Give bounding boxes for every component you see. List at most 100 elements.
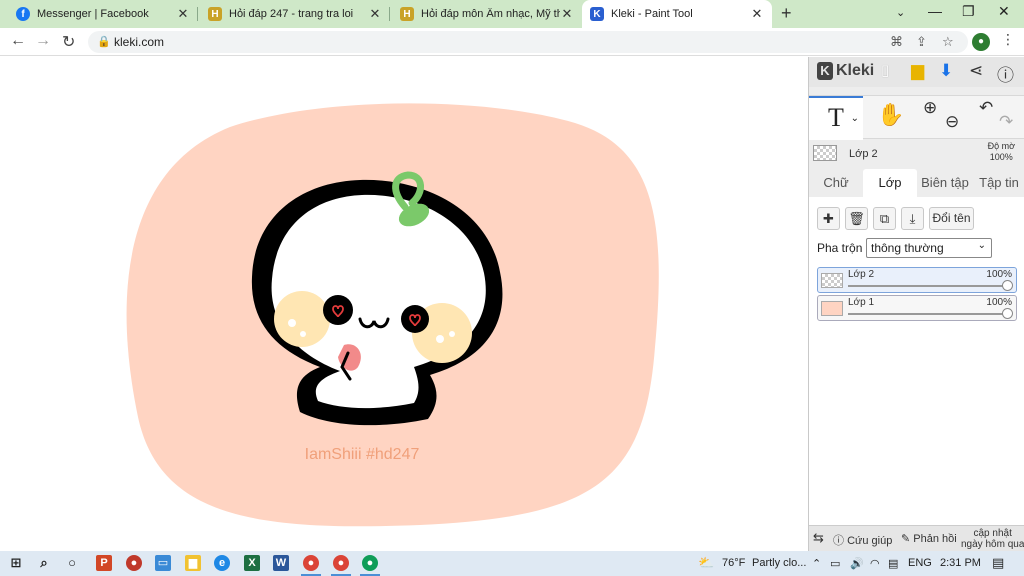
edge-icon[interactable]: e [214, 555, 230, 571]
tab-messenger[interactable]: f Messenger | Facebook ✕ [8, 0, 198, 28]
restore-icon[interactable]: ❐ [962, 3, 975, 20]
sidebar-tabs: Chữ Lớp Biên tập Tập tin [809, 169, 1024, 197]
new-image-icon[interactable]: ▯ [881, 61, 889, 79]
app-icon[interactable]: ● [126, 555, 142, 571]
profile-avatar[interactable]: ● [972, 33, 990, 51]
weather-temp[interactable]: 76°F [722, 557, 745, 569]
close-icon[interactable]: ✕ [176, 6, 190, 22]
minimize-icon[interactable]: — [928, 3, 942, 19]
forward-arrow-icon[interactable]: → [35, 32, 51, 50]
chrome-icon[interactable]: ● [333, 555, 349, 571]
cheek-shine [449, 331, 455, 337]
merge-down-button[interactable]: ⤓ [901, 207, 924, 230]
powerpoint-icon[interactable]: P [96, 555, 112, 571]
word-icon[interactable]: W [273, 555, 289, 571]
tab-title: Messenger | Facebook [37, 8, 149, 20]
layer-opacity-slider[interactable] [848, 313, 1006, 315]
update-notice[interactable]: cập nhật ngày hôm qua [961, 528, 1024, 550]
tab-hoidap-amnhac[interactable]: H Hỏi đáp môn Âm nhạc, Mỹ thuật ✕ [392, 0, 582, 28]
tab-kleki[interactable]: K Kleki - Paint Tool ✕ [582, 0, 772, 28]
delete-layer-button[interactable]: 🗑 [845, 207, 868, 230]
volume-icon[interactable]: 🔊 [850, 557, 864, 570]
drawing-canvas[interactable]: IamShiii #hd247 [0, 57, 808, 551]
chrome-icon[interactable]: ● [303, 555, 319, 571]
back-arrow-icon[interactable]: ← [10, 32, 26, 50]
lock-icon[interactable]: 🔒 [97, 35, 111, 48]
wifi-icon[interactable]: ◠ [870, 557, 880, 570]
zoom-out-icon[interactable]: ⊖ [945, 112, 959, 132]
artwork-svg[interactable]: IamShiii #hd247 [0, 57, 808, 551]
chevron-up-icon[interactable]: ⌃ [812, 557, 821, 570]
search-icon[interactable]: ⌕ [36, 555, 52, 571]
language-indicator[interactable]: ENG [908, 557, 932, 569]
window-close-icon[interactable]: ✕ [998, 3, 1010, 20]
kleki-logo-icon: K [817, 62, 833, 80]
translate-icon[interactable]: ⌘ [890, 34, 903, 50]
help-button[interactable]: ⓘ Cứu giúp [833, 532, 892, 548]
clock-time[interactable]: 2:31 PM [940, 557, 981, 569]
layer-opacity-slider[interactable] [848, 285, 1006, 287]
text-tool-button[interactable]: T ⌄ [809, 96, 863, 140]
share-icon[interactable]: ⇪ [916, 34, 927, 50]
swap-side-icon[interactable]: ⇆ [813, 530, 824, 546]
url-text[interactable]: kleki.com [114, 35, 164, 49]
cheek-shine [436, 335, 444, 343]
layer-opacity: 100% [986, 269, 1012, 280]
collapse-icon[interactable]: ⌄ [896, 6, 905, 19]
chevron-down-icon[interactable]: ⌄ [851, 99, 859, 139]
add-layer-button[interactable]: ✚ [817, 207, 840, 230]
redo-icon[interactable]: ↷ [999, 112, 1013, 132]
excel-icon[interactable]: X [244, 555, 260, 571]
help-icon[interactable]: ⓘ [997, 61, 1014, 86]
star-icon[interactable]: ☆ [942, 34, 954, 50]
feedback-button[interactable]: ✎ Phản hồi [901, 532, 957, 545]
tab-hoidap-247[interactable]: H Hỏi đáp 247 - trang tra loi ✕ [200, 0, 390, 28]
weather-text[interactable]: Partly clo... [752, 557, 806, 569]
close-icon[interactable]: ✕ [750, 6, 764, 22]
windows-start-icon[interactable]: ⊞ [8, 555, 24, 571]
update-label-1: cập nhật [973, 528, 1012, 539]
reload-icon[interactable]: ↻ [62, 32, 75, 52]
tool-row: T ⌄ ✋ ⊕ ⊖ ↶ ↷ [809, 95, 1024, 140]
layer-thumbnail [821, 273, 843, 288]
layer-row-1[interactable]: Lớp 1 100% [817, 295, 1017, 321]
file-explorer-icon[interactable]: ▆ [185, 555, 201, 571]
tab-separator [197, 7, 198, 21]
tab-text[interactable]: Chữ [809, 169, 863, 197]
blend-mode-select[interactable]: thông thường ⌄ [866, 238, 992, 258]
download-icon[interactable]: ⬇ [939, 61, 953, 81]
new-tab-icon[interactable]: + [781, 3, 792, 24]
tab-layers[interactable]: Lớp [863, 169, 917, 197]
close-icon[interactable]: ✕ [368, 6, 382, 22]
chrome-app-icon[interactable]: ● [362, 555, 378, 571]
share-icon[interactable]: ⋖ [969, 61, 983, 81]
open-folder-icon[interactable]: ▆ [911, 61, 924, 81]
slider-handle[interactable] [1002, 280, 1013, 291]
opacity-value: 100% [989, 152, 1013, 162]
monitor-icon[interactable]: ▭ [155, 555, 171, 571]
address-bar[interactable]: 🔒 kleki.com ⌘ ⇪ ☆ [88, 31, 968, 53]
layer-row-2[interactable]: Lớp 2 100% [817, 267, 1017, 293]
tab-file[interactable]: Tập tin [973, 169, 1024, 197]
rename-layer-button[interactable]: Đổi tên [929, 207, 974, 230]
kleki-sidebar: K Kleki ▯ ▆ ⬇ ⋖ ⓘ T ⌄ ✋ ⊕ ⊖ ↶ ↷ Lớp 2 Độ … [808, 57, 1024, 551]
battery-icon[interactable]: ▭ [830, 557, 840, 570]
tab-title: Hỏi đáp 247 - trang tra loi [229, 8, 354, 20]
network-icon[interactable]: ▤ [888, 557, 898, 570]
notification-icon[interactable]: ▤ [992, 555, 1004, 571]
duplicate-layer-button[interactable]: ⧉ [873, 207, 896, 230]
close-icon[interactable]: ✕ [560, 6, 574, 22]
hand-tool-icon[interactable]: ✋ [877, 102, 904, 128]
task-view-icon[interactable]: ○ [64, 555, 80, 571]
tab-edit[interactable]: Biên tập [917, 169, 973, 197]
cheek-shine [288, 319, 296, 327]
zoom-in-icon[interactable]: ⊕ [923, 98, 937, 118]
kleki-logo[interactable]: K Kleki [817, 62, 874, 80]
menu-icon[interactable]: ⋮ [1001, 31, 1015, 48]
slider-handle[interactable] [1002, 308, 1013, 319]
weather-icon[interactable]: ⛅ [698, 555, 714, 571]
left-eye [323, 295, 353, 325]
hoidap-icon: H [400, 7, 414, 21]
opacity-readout: Độ mờ 100% [988, 141, 1015, 163]
undo-icon[interactable]: ↶ [979, 98, 993, 118]
